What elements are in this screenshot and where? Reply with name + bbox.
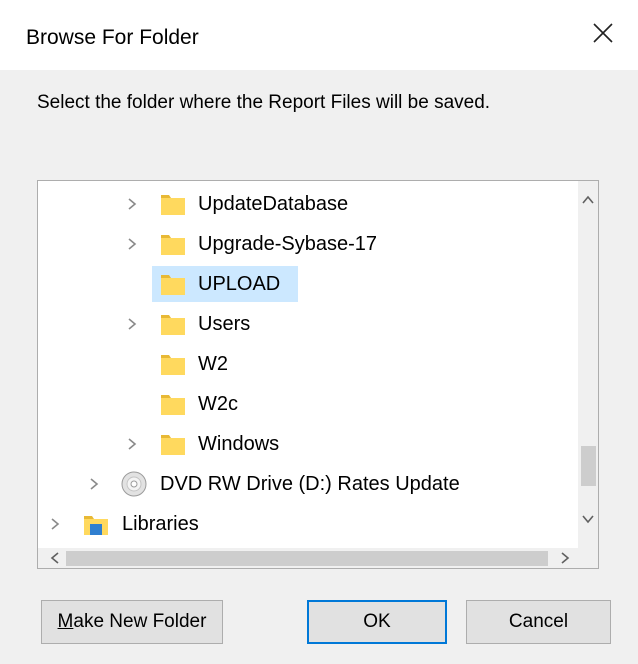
- tree-item-label: Libraries: [122, 513, 199, 535]
- folder-icon: [161, 235, 185, 255]
- chevron-right-icon[interactable]: [87, 477, 101, 491]
- tree-item-upgrade-sybase-17[interactable]: Upgrade-Sybase-17: [38, 224, 578, 264]
- title-bar: Browse For Folder: [0, 0, 638, 70]
- mnemonic-letter: M: [57, 611, 74, 632]
- tree-item-dvd-drive[interactable]: DVD RW Drive (D:) Rates Update: [38, 464, 578, 504]
- instruction-text: Select the folder where the Report Files…: [37, 92, 491, 113]
- tree-item-updatedatabase[interactable]: UpdateDatabase: [38, 184, 578, 224]
- scrollbar-corner: [578, 548, 598, 568]
- scroll-right-arrow-icon[interactable]: [558, 551, 572, 565]
- browse-for-folder-dialog: Browse For Folder Select the folder wher…: [0, 0, 638, 664]
- button-label-rest: ake New Folder: [73, 611, 207, 632]
- tree-item-label: W2: [198, 353, 228, 375]
- ok-button[interactable]: OK: [307, 600, 447, 644]
- chevron-right-icon[interactable]: [48, 517, 62, 531]
- tree-item-label: Windows: [198, 433, 280, 455]
- libraries-icon: [84, 516, 108, 535]
- tree-item-users[interactable]: Users: [38, 304, 578, 344]
- folder-icon: [161, 275, 185, 295]
- ok-label: OK: [363, 611, 391, 632]
- tree-item-upload[interactable]: UPLOAD: [38, 264, 578, 304]
- tree-item-label: W2c: [198, 393, 238, 415]
- cancel-button[interactable]: Cancel: [466, 600, 611, 644]
- tree-item-w2c[interactable]: W2c: [38, 384, 578, 424]
- tree-item-w2[interactable]: W2: [38, 344, 578, 384]
- scroll-left-arrow-icon[interactable]: [48, 551, 62, 565]
- folder-icon: [161, 395, 185, 415]
- folder-icon: [161, 315, 185, 335]
- tree-item-libraries[interactable]: Libraries: [38, 504, 578, 544]
- make-new-folder-label: Make New Folder: [58, 611, 207, 632]
- folder-tree[interactable]: UpdateDatabase Upgrade-Sybase-17 UPLOAD …: [37, 180, 599, 569]
- folder-icon: [161, 355, 185, 375]
- chevron-right-icon[interactable]: [125, 237, 139, 251]
- chevron-right-icon[interactable]: [125, 437, 139, 451]
- horizontal-scroll-thumb[interactable]: [66, 551, 548, 566]
- horizontal-scrollbar[interactable]: [38, 548, 578, 568]
- folder-icon: [161, 435, 185, 455]
- window-title: Browse For Folder: [26, 26, 199, 49]
- make-new-folder-button[interactable]: Make New Folder: [41, 600, 223, 644]
- folder-icon: [161, 195, 185, 215]
- tree-item-windows[interactable]: Windows: [38, 424, 578, 464]
- tree-rows: UpdateDatabase Upgrade-Sybase-17 UPLOAD …: [38, 181, 578, 548]
- close-button[interactable]: [582, 12, 628, 58]
- scroll-up-arrow-icon[interactable]: [581, 193, 595, 207]
- chevron-right-icon[interactable]: [125, 317, 139, 331]
- tree-item-label: DVD RW Drive (D:) Rates Update: [160, 473, 460, 495]
- scroll-down-arrow-icon[interactable]: [581, 512, 595, 526]
- tree-item-label: Upgrade-Sybase-17: [198, 233, 377, 255]
- vertical-scrollbar[interactable]: [578, 181, 598, 548]
- vertical-scroll-thumb[interactable]: [581, 446, 596, 486]
- tree-item-label: Users: [198, 313, 251, 335]
- tree-item-label: UPLOAD: [198, 273, 281, 295]
- tree-item-label: UpdateDatabase: [198, 193, 349, 215]
- close-icon: [593, 23, 613, 43]
- cancel-label: Cancel: [508, 611, 569, 632]
- chevron-right-icon[interactable]: [125, 197, 139, 211]
- dvd-drive-icon: [121, 471, 147, 497]
